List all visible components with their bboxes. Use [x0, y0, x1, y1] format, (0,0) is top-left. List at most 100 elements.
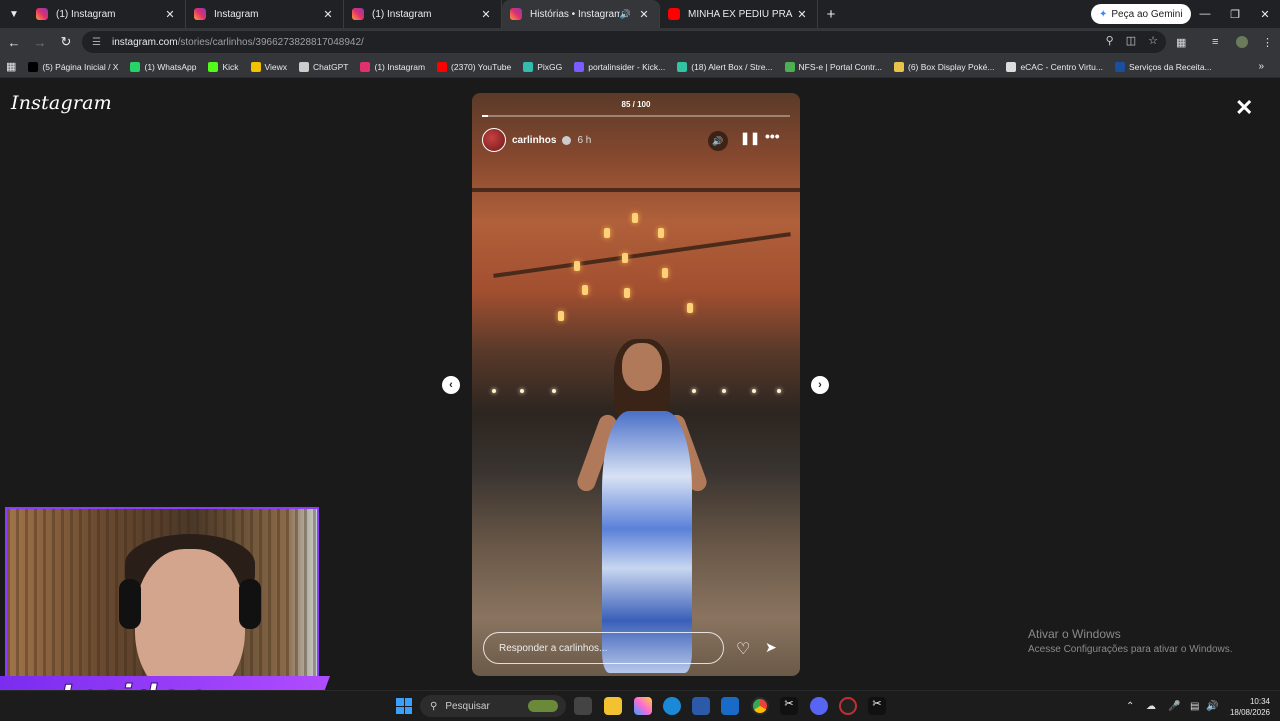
- browser-menu-icon[interactable]: ⋮: [1262, 28, 1273, 56]
- capcut-2-icon[interactable]: ✂: [868, 697, 886, 715]
- bookmark-star-icon[interactable]: ☆: [1148, 34, 1158, 47]
- send-paper-plane-icon[interactable]: ➤: [765, 639, 777, 656]
- bookmark-label: eCAC - Centro Virtu...: [1020, 61, 1103, 72]
- back-arrow-icon[interactable]: ←: [2, 30, 26, 54]
- story-media[interactable]: 85 / 100 carlinhos 6 h 🔊 ❚❚ ••• Responde…: [472, 93, 800, 676]
- close-tab-icon[interactable]: ✕: [321, 8, 335, 21]
- forward-arrow-icon[interactable]: →: [28, 30, 52, 54]
- bookmark-item[interactable]: (2370) YouTube: [437, 61, 511, 72]
- close-tab-icon[interactable]: ✕: [479, 8, 493, 21]
- windows-taskbar: ⚲ Pesquisar ✂ ✂ ⌃ ☁ 🎤 ▤ 🔊 10:34 18/08/20…: [0, 690, 1280, 720]
- more-options-icon[interactable]: •••: [765, 128, 780, 144]
- bookmark-item[interactable]: (1) WhatsApp: [130, 61, 196, 72]
- volume-icon[interactable]: 🔊: [1206, 691, 1218, 721]
- address-bar[interactable]: ☰ instagram.com/stories/carlinhos/396627…: [82, 31, 1166, 53]
- new-tab-button[interactable]: +: [818, 6, 844, 23]
- bookmark-item[interactable]: Serviços da Receita...: [1114, 61, 1212, 72]
- user-avatar[interactable]: [482, 128, 506, 152]
- string-light: [520, 389, 524, 393]
- extensions-icon[interactable]: ▦: [1176, 28, 1186, 56]
- bookmark-item[interactable]: (18) Alert Box / Stre...: [677, 61, 773, 72]
- instagram-icon: [510, 8, 522, 20]
- x-icon: [28, 61, 39, 72]
- like-heart-icon[interactable]: ♡: [736, 639, 750, 659]
- discord-icon[interactable]: [810, 697, 828, 715]
- site-info-icon[interactable]: ☰: [92, 37, 106, 48]
- bookmark-item[interactable]: Kick: [208, 61, 239, 72]
- bookmark-label: (6) Box Display Poké...: [907, 61, 995, 72]
- alertbox-icon: [677, 61, 688, 72]
- bookmark-item[interactable]: (5) Página Inicial / X: [28, 61, 119, 72]
- reload-icon[interactable]: ↻: [54, 30, 78, 54]
- tab-search-chevron-icon[interactable]: ▼: [0, 0, 28, 28]
- tab-instagram-2[interactable]: Instagram ✕: [186, 0, 344, 28]
- store-icon[interactable]: [692, 697, 710, 715]
- taskbar-search[interactable]: ⚲ Pesquisar: [420, 695, 566, 717]
- copilot-icon[interactable]: [634, 697, 652, 715]
- file-explorer-icon[interactable]: [604, 697, 622, 715]
- next-story-chevron-icon[interactable]: ›: [811, 376, 829, 394]
- bookmark-item[interactable]: (1) Instagram: [360, 61, 425, 72]
- install-app-icon[interactable]: ◫: [1126, 34, 1136, 47]
- tray-overflow-chevron-icon[interactable]: ⌃: [1126, 691, 1134, 721]
- pause-icon[interactable]: ❚❚: [740, 131, 760, 145]
- close-tab-icon[interactable]: ✕: [637, 8, 651, 21]
- edge-icon[interactable]: [663, 697, 681, 715]
- bookmark-item[interactable]: portalinsider - Kick...: [574, 61, 665, 72]
- bookmark-item[interactable]: PixGG: [523, 61, 562, 72]
- tab-youtube[interactable]: MINHA EX PEDIU PRA DORMIR ✕: [660, 0, 818, 28]
- story-progress-bar: [482, 115, 790, 117]
- bookmark-label: (18) Alert Box / Stre...: [691, 61, 773, 72]
- close-tab-icon[interactable]: ✕: [795, 8, 809, 21]
- microphone-icon[interactable]: 🎤: [1168, 691, 1180, 721]
- system-clock[interactable]: 10:34 18/08/2026: [1222, 696, 1270, 718]
- outlook-icon[interactable]: [721, 697, 739, 715]
- instagram-icon: [194, 8, 206, 20]
- bookmark-label: (5) Página Inicial / X: [42, 61, 119, 72]
- obs-icon[interactable]: [839, 697, 857, 715]
- string-light: [492, 389, 496, 393]
- minimize-button[interactable]: —: [1190, 0, 1220, 28]
- tab-title: MINHA EX PEDIU PRA DORMIR: [688, 8, 795, 20]
- url-path: /stories/carlinhos/3966273828817048942/: [177, 36, 364, 48]
- windows-start-icon[interactable]: [396, 698, 412, 714]
- gemini-sparkle-icon: ✦: [1099, 8, 1108, 20]
- close-tab-icon[interactable]: ✕: [163, 8, 177, 21]
- portal-icon: [574, 61, 585, 72]
- string-light: [752, 389, 756, 393]
- ask-gemini-button[interactable]: ✦ Peça ao Gemini: [1091, 4, 1191, 24]
- previous-story-chevron-icon[interactable]: ‹: [442, 376, 460, 394]
- network-icon[interactable]: ▤: [1190, 691, 1199, 721]
- story-username[interactable]: carlinhos: [512, 135, 556, 146]
- close-window-button[interactable]: ✕: [1250, 0, 1280, 28]
- close-story-icon[interactable]: ✕: [1235, 95, 1253, 121]
- tab-stories-active[interactable]: Histórias • Instagram 🔊 ✕: [502, 0, 660, 28]
- chandelier-lamp: [558, 311, 564, 321]
- cloud-icon[interactable]: ☁: [1146, 691, 1156, 721]
- more-bookmarks-icon[interactable]: »: [1258, 61, 1264, 72]
- media-control-icon[interactable]: ≡: [1212, 28, 1218, 56]
- instagram-icon: [36, 8, 48, 20]
- bookmark-item[interactable]: Viewx: [250, 61, 287, 72]
- bookmark-item[interactable]: eCAC - Centro Virtu...: [1006, 61, 1103, 72]
- bookmark-item[interactable]: (6) Box Display Poké...: [893, 61, 995, 72]
- restore-button[interactable]: ❐: [1220, 0, 1250, 28]
- zoom-icon[interactable]: ⚲: [1106, 34, 1114, 47]
- search-highlight-icon: [528, 700, 558, 712]
- apps-grid-icon[interactable]: ▦: [6, 60, 16, 73]
- bookmark-item[interactable]: NFS-e | Portal Contr...: [784, 61, 882, 72]
- reply-input[interactable]: Responder a carlinhos...: [483, 632, 724, 664]
- instagram-logo[interactable]: Instagram: [11, 92, 112, 114]
- chandelier-lamp: [662, 268, 668, 278]
- capcut-icon[interactable]: ✂: [780, 697, 798, 715]
- sound-toggle-icon[interactable]: 🔊: [708, 131, 728, 151]
- tab-instagram-3[interactable]: (1) Instagram ✕: [344, 0, 502, 28]
- bookmark-item[interactable]: ChatGPT: [299, 61, 348, 72]
- webcam-overlay: [5, 507, 319, 690]
- task-view-icon[interactable]: [574, 697, 592, 715]
- chrome-icon[interactable]: [751, 697, 769, 715]
- tab-instagram-1[interactable]: (1) Instagram ✕: [28, 0, 186, 28]
- speaker-icon[interactable]: 🔊: [620, 9, 631, 20]
- profile-avatar[interactable]: [1236, 28, 1248, 56]
- chandelier-lamp: [622, 253, 628, 263]
